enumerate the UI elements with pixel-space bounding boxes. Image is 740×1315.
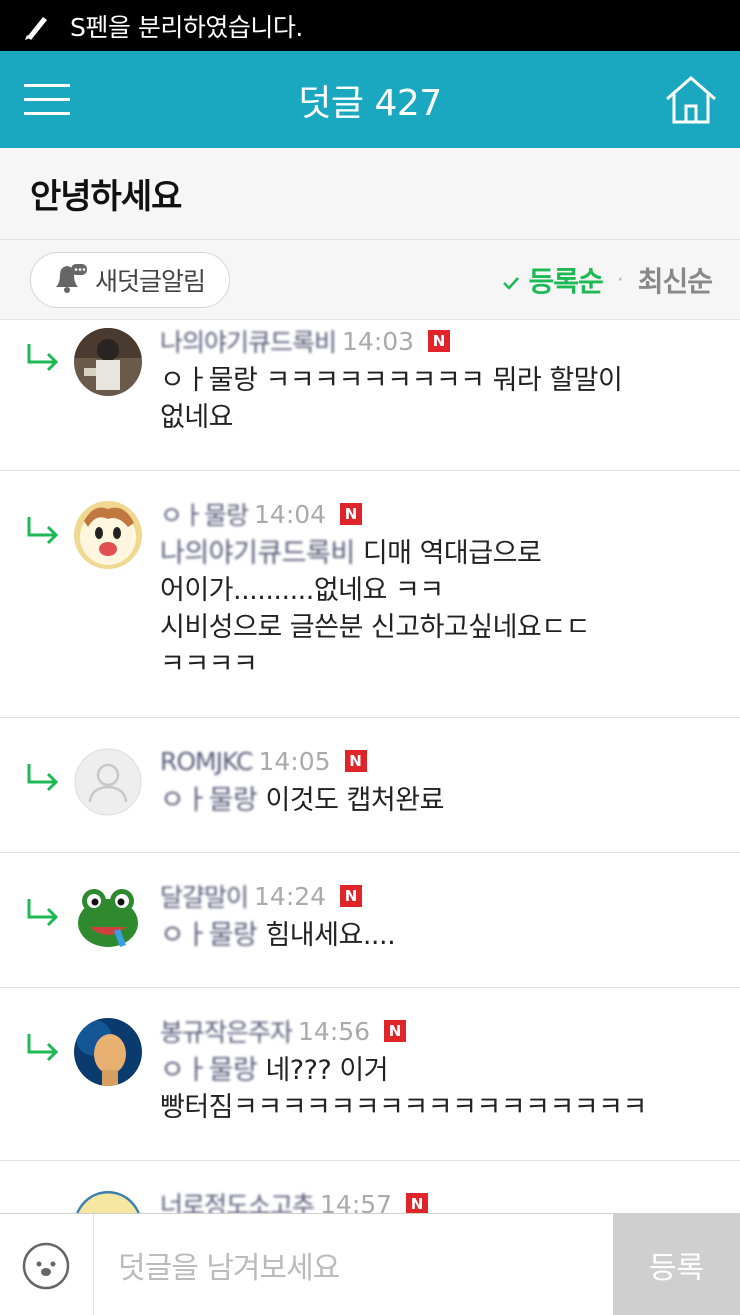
comment-time: 14:05 [258, 746, 331, 776]
new-badge: N [344, 750, 367, 772]
comment-text: ㅇㅏ물랑 ㅋㅋㅋㅋㅋㅋㅋㅋㅋ 뭐라 할말이 없네요 [160, 362, 720, 436]
comment-line: ㅇㅏ물랑 이것도 캡처완료 [160, 782, 720, 819]
menu-icon[interactable] [24, 83, 70, 117]
comment-line-text: 힘내세요.... [257, 920, 396, 951]
comment-item: 달걀말이 14:24 N ㅇㅏ물랑 힘내세요.... [0, 853, 740, 988]
mention-tag[interactable]: 나의야기큐드록비 [160, 538, 355, 569]
article-title: 안녕하세요 [30, 177, 182, 217]
comment-text: ㅇㅏ물랑 네??? 이거 빵터짐ㅋㅋㅋㅋㅋㅋㅋㅋㅋㅋㅋㅋㅋㅋㅋㅋㅋ [160, 1052, 720, 1126]
avatar[interactable] [74, 1191, 142, 1213]
comment-time: 14:56 [298, 1016, 371, 1046]
reply-arrow-icon [24, 897, 60, 927]
mention-tag[interactable]: ㅇㅏ물랑 [160, 920, 258, 951]
app-header: 덧글 427 [0, 51, 740, 148]
comment-line-text: 디매 역대급으로 [354, 538, 542, 569]
comment-text: ㅇㅏ물랑 힘내세요.... [160, 917, 720, 954]
comment-line: ㅋㅋㅋㅋ [160, 649, 258, 680]
comment-line: 나의야기큐드록비 디매 역대급으로 [160, 535, 720, 572]
comment-line: 없네요 [160, 402, 234, 433]
reply-arrow-icon [24, 1032, 60, 1062]
comment-meta: ROMJKC 14:05 N [160, 744, 367, 778]
mention-tag[interactable]: ㅇㅏ물랑 [160, 785, 258, 816]
default-avatar-icon[interactable] [74, 748, 142, 816]
comment-meta: 나의야기큐드록비 14:03 N [160, 323, 451, 359]
comment-list: 나의야기큐드록비 14:03 N ㅇㅏ물랑 ㅋㅋㅋㅋㅋㅋㅋㅋㅋ 뭐라 할말이 없… [0, 320, 740, 1213]
comment-line: ㅇㅏ물랑 힘내세요.... [160, 917, 720, 954]
s-pen-icon [16, 0, 56, 51]
comment-input-placeholder: 덧글을 남겨보세요 [118, 1250, 340, 1286]
sort-registered-label: 등록순 [528, 265, 603, 298]
comment-item: 나의야기큐드록비 14:03 N ㅇㅏ물랑 ㅋㅋㅋㅋㅋㅋㅋㅋㅋ 뭐라 할말이 없… [0, 320, 740, 471]
comment-author[interactable]: ㅇㅏ물랑 [160, 496, 249, 532]
reply-arrow-icon [24, 342, 60, 372]
comment-time: 14:57 [320, 1189, 393, 1214]
comment-meta: ㅇㅏ물랑 14:04 N [160, 496, 363, 532]
sort-separator: · [616, 267, 624, 293]
comment-meta: 달걀말이 14:24 N [160, 878, 363, 914]
comment-time: 14:03 [342, 326, 415, 356]
check-icon [502, 264, 520, 297]
new-badge: N [428, 330, 451, 352]
comment-time: 14:24 [254, 881, 327, 911]
comment-item: ㅇㅏ물랑 14:04 N 나의야기큐드록비 디매 역대급으로 어이가......… [0, 471, 740, 718]
comment-toolbar: 새덧글알림 등록순 · 최신순 [0, 240, 740, 320]
emoticon-icon[interactable] [22, 1242, 70, 1290]
comment-line-text: 네??? 이거 [257, 1055, 389, 1086]
avatar[interactable] [74, 501, 142, 569]
new-badge: N [340, 503, 363, 525]
comment-item: ROMJKC 14:05 N ㅇㅏ물랑 이것도 캡처완료 [0, 718, 740, 853]
reply-arrow-icon [24, 515, 60, 545]
status-bar: S펜을 분리하였습니다. [0, 0, 740, 51]
page-title: 덧글 427 [298, 82, 442, 124]
comment-author[interactable]: ROMJKC [160, 747, 253, 776]
comment-line-text: 이것도 캡처완료 [257, 785, 444, 816]
avatar[interactable] [74, 328, 142, 396]
comment-input-bar: 덧글을 남겨보세요 등록 [0, 1213, 740, 1315]
status-message: S펜을 분리하였습니다. [70, 12, 303, 42]
comment-line: 빵터짐ㅋㅋㅋㅋㅋㅋㅋㅋㅋㅋㅋㅋㅋㅋㅋㅋㅋ [160, 1092, 647, 1123]
new-comment-alert-button[interactable]: 새덧글알림 [30, 252, 230, 308]
comment-text: ㅇㅏ물랑 이것도 캡처완료 [160, 782, 720, 819]
comment-meta: 봉규작은주자 14:56 N [160, 1013, 407, 1049]
avatar[interactable] [74, 1018, 142, 1086]
reply-arrow-icon [24, 762, 60, 792]
comment-meta: 너로정도소고추 14:57 N [160, 1186, 429, 1214]
comment-line: ㅇㅏ물랑 ㅋㅋㅋㅋㅋㅋㅋㅋㅋ 뭐라 할말이 [160, 365, 623, 396]
sort-options: 등록순 · 최신순 [502, 240, 713, 320]
new-badge: N [384, 1020, 407, 1042]
mention-tag[interactable]: ㅇㅏ물랑 [160, 1055, 258, 1086]
comment-author[interactable]: 나의야기큐드록비 [160, 323, 337, 359]
comment-line: 어이가..........없네요 ㅋㅋ [160, 575, 444, 606]
comment-item: 봉규작은주자 14:56 N ㅇㅏ물랑 네??? 이거 빵터짐ㅋㅋㅋㅋㅋㅋㅋㅋㅋ… [0, 988, 740, 1161]
avatar[interactable] [74, 883, 142, 951]
comment-author[interactable]: 달걀말이 [160, 878, 249, 914]
comment-text: 나의야기큐드록비 디매 역대급으로 어이가..........없네요 ㅋㅋ 시비… [160, 535, 720, 683]
home-icon[interactable] [664, 75, 718, 125]
comment-item: 너로정도소고추 14:57 N [0, 1161, 740, 1213]
new-comment-alert-label: 새덧글알림 [95, 267, 206, 296]
comment-author[interactable]: 너로정도소고추 [160, 1186, 315, 1213]
new-badge: N [340, 885, 363, 907]
submit-comment-button[interactable]: 등록 [613, 1214, 740, 1315]
new-badge: N [406, 1193, 429, 1213]
comment-author[interactable]: 봉규작은주자 [160, 1013, 293, 1049]
sort-registered-tab[interactable]: 등록순 [502, 260, 604, 300]
comment-line: 시비성으로 글쓴분 신고하고싶네요ㄷㄷ [160, 612, 590, 643]
sort-latest-tab[interactable]: 최신순 [638, 260, 713, 300]
bell-icon [51, 262, 89, 298]
comment-time: 14:04 [254, 499, 327, 529]
article-title-bar: 안녕하세요 [0, 148, 740, 240]
comment-line: ㅇㅏ물랑 네??? 이거 [160, 1052, 720, 1089]
comment-input[interactable]: 덧글을 남겨보세요 [93, 1214, 613, 1315]
